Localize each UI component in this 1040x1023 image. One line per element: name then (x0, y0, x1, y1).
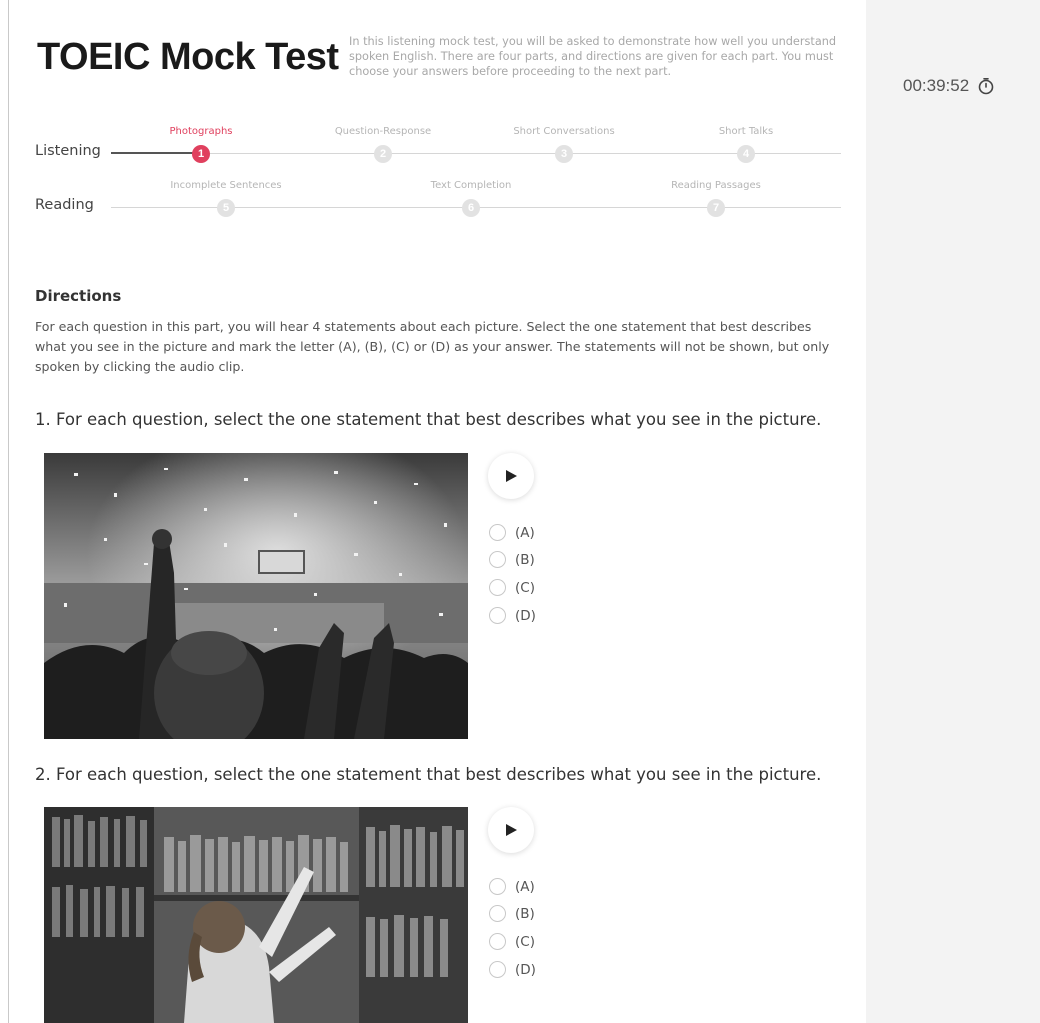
play-icon (506, 824, 517, 836)
q1-option-d[interactable]: (D) (489, 607, 536, 624)
listening-label: Listening (35, 143, 101, 159)
page-title: TOEIC Mock Test (37, 36, 339, 78)
step-number: 3 (555, 145, 573, 163)
radio-button[interactable] (489, 933, 506, 950)
option-label: (A) (515, 878, 535, 895)
reading-progress: Reading Incomplete Sentences 5 Text Comp… (35, 180, 850, 217)
option-label: (D) (515, 607, 536, 624)
step-title: Question-Response (334, 126, 432, 137)
reading-label: Reading (35, 197, 94, 213)
option-label: (C) (515, 579, 535, 596)
step-number: 7 (707, 199, 725, 217)
listening-progress: Listening Photographs 1 Question-Respons… (35, 126, 850, 163)
q1-option-a[interactable]: (A) (489, 524, 535, 541)
countdown-timer: 00:39:52 (903, 76, 995, 96)
step-title: Photographs (169, 126, 233, 137)
option-label: (C) (515, 933, 535, 950)
step-number: 1 (192, 145, 210, 163)
q2-option-a[interactable]: (A) (489, 878, 535, 895)
play-icon (506, 470, 517, 482)
option-label: (B) (515, 905, 535, 922)
timer-value: 00:39:52 (903, 76, 970, 95)
stopwatch-icon (978, 77, 994, 95)
q1-option-c[interactable]: (C) (489, 579, 535, 596)
option-label: (B) (515, 551, 535, 568)
radio-button[interactable] (489, 878, 506, 895)
listening-track-line (111, 153, 841, 154)
radio-button[interactable] (489, 607, 506, 624)
option-label: (D) (515, 961, 536, 978)
step-title: Short Conversations (513, 126, 615, 137)
radio-button[interactable] (489, 524, 506, 541)
audio-play-button-q2[interactable] (488, 807, 534, 853)
listening-active-line (111, 152, 201, 154)
test-intro: In this listening mock test, you will be… (349, 35, 837, 78)
step-number: 2 (374, 145, 392, 163)
directions-heading: Directions (35, 287, 122, 305)
step-title: Reading Passages (671, 180, 761, 191)
radio-button[interactable] (489, 905, 506, 922)
q2-option-d[interactable]: (D) (489, 961, 536, 978)
step-title: Short Talks (718, 126, 774, 137)
audio-play-button-q1[interactable] (488, 453, 534, 499)
left-border (0, 0, 9, 1023)
stadium-crowd-photo (44, 453, 468, 739)
radio-button[interactable] (489, 551, 506, 568)
library-photo (44, 807, 468, 1023)
timer-sidebar: 00:39:52 (866, 0, 1040, 1023)
step-title: Text Completion (430, 180, 512, 191)
radio-button[interactable] (489, 961, 506, 978)
question-1-title: 1. For each question, select the one sta… (35, 410, 822, 429)
step-number: 5 (217, 199, 235, 217)
question-2-title: 2. For each question, select the one sta… (35, 765, 822, 784)
directions-text: For each question in this part, you will… (35, 319, 830, 374)
step-number: 6 (462, 199, 480, 217)
step-title: Incomplete Sentences (170, 180, 282, 191)
step-number: 4 (737, 145, 755, 163)
test-content: TOEIC Mock Test In this listening mock t… (10, 0, 866, 1023)
q2-option-b[interactable]: (B) (489, 905, 535, 922)
option-label: (A) (515, 524, 535, 541)
radio-button[interactable] (489, 579, 506, 596)
q2-option-c[interactable]: (C) (489, 933, 535, 950)
q1-option-b[interactable]: (B) (489, 551, 535, 568)
